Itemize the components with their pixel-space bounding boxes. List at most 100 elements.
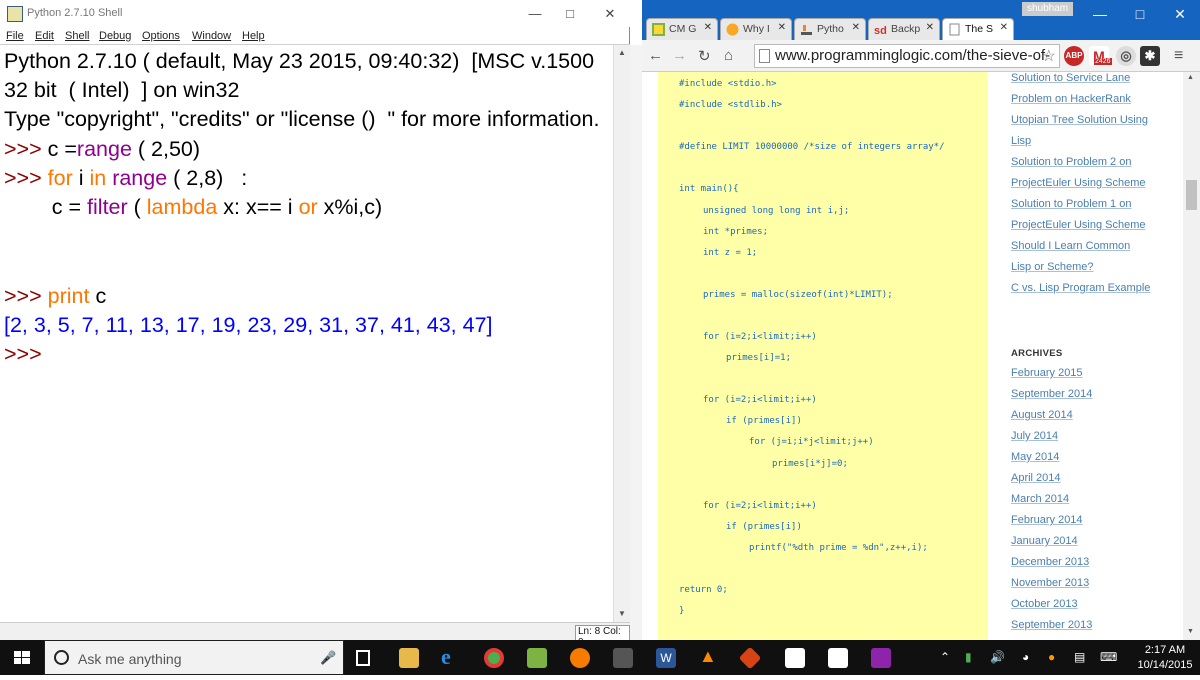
- chrome-maximize-icon[interactable]: □: [1120, 0, 1160, 28]
- menu-edit[interactable]: Edit: [35, 30, 54, 42]
- menu-shell[interactable]: Shell: [65, 30, 89, 42]
- cm-app-icon[interactable]: [527, 648, 547, 668]
- archive-link[interactable]: September 2013: [1011, 619, 1092, 631]
- why-favicon-icon: [726, 23, 739, 36]
- tab-close-icon[interactable]: ✕: [852, 22, 860, 33]
- page-favicon-icon: [949, 23, 960, 36]
- bookmark-star-icon[interactable]: ☆: [1042, 46, 1056, 66]
- address-bar[interactable]: www.programminglogic.com/the-sieve-of- ☆: [754, 44, 1060, 68]
- git-icon[interactable]: [738, 646, 762, 670]
- sidebar-post-link[interactable]: Solution to Service Lane: [1011, 72, 1130, 84]
- adblock-icon[interactable]: ABP: [1064, 46, 1084, 66]
- back-icon[interactable]: ←: [648, 47, 663, 64]
- archive-link[interactable]: December 2013: [1011, 556, 1089, 568]
- tab-label: The S: [965, 23, 994, 35]
- vlc-icon[interactable]: ▲: [699, 646, 719, 666]
- minimize-icon[interactable]: —: [515, 0, 555, 27]
- sidebar-post-link[interactable]: ProjectEuler Using Scheme: [1011, 219, 1146, 231]
- app-icon[interactable]: [613, 648, 633, 668]
- sidebar-post-link[interactable]: Problem on HackerRank: [1011, 93, 1131, 105]
- tab-close-icon[interactable]: ✕: [1000, 22, 1008, 33]
- archive-link[interactable]: September 2014: [1011, 388, 1092, 400]
- maximize-icon[interactable]: □: [550, 0, 590, 27]
- sidebar-post-link[interactable]: Lisp or Scheme?: [1011, 261, 1094, 273]
- action-center-icon[interactable]: ▤: [1074, 650, 1085, 664]
- extension-puzzle-icon[interactable]: ✱: [1140, 46, 1160, 66]
- close-icon[interactable]: ✕: [590, 0, 630, 27]
- file-explorer-icon[interactable]: [399, 648, 419, 668]
- tab-backup[interactable]: sd Backp ✕: [868, 18, 940, 40]
- pdf-app-icon[interactable]: [871, 648, 891, 668]
- chrome-menu-icon[interactable]: ≡: [1174, 47, 1183, 65]
- chrome-minimize-icon[interactable]: —: [1080, 0, 1120, 28]
- scrollbar-thumb[interactable]: [1186, 180, 1197, 210]
- archive-link[interactable]: May 2014: [1011, 451, 1059, 463]
- chrome-close-icon[interactable]: ✕: [1160, 0, 1200, 28]
- archive-link[interactable]: March 2014: [1011, 493, 1069, 505]
- shell-text-area[interactable]: Python 2.7.10 ( default, May 23 2015, 09…: [4, 47, 612, 620]
- task-view-icon[interactable]: [356, 650, 370, 666]
- scroll-up-icon[interactable]: ▲: [614, 45, 630, 61]
- idle-taskbar-icon[interactable]: [785, 648, 805, 668]
- tab-label: Pytho: [817, 23, 844, 35]
- microphone-icon[interactable]: 🎤: [320, 650, 336, 666]
- archive-link[interactable]: February 2014: [1011, 514, 1083, 526]
- code-token: x%i,c): [317, 195, 383, 219]
- tab-close-icon[interactable]: ✕: [704, 22, 712, 33]
- tab-why[interactable]: Why I ✕: [720, 18, 792, 40]
- sidebar-post-link[interactable]: Solution to Problem 1 on: [1011, 198, 1131, 210]
- menu-help[interactable]: Help: [242, 30, 265, 42]
- python-taskbar-icon[interactable]: [828, 648, 848, 668]
- profile-name[interactable]: shubham: [1022, 2, 1074, 16]
- search-box[interactable]: Ask me anything 🎤: [44, 640, 344, 675]
- sidebar-post-link[interactable]: C vs. Lisp Program Example: [1011, 282, 1150, 294]
- wifi-icon[interactable]: ◕: [1022, 650, 1029, 664]
- sidebar-post-link[interactable]: Utopian Tree Solution Using: [1011, 114, 1148, 126]
- code-token: ( 2,50): [131, 137, 201, 161]
- archive-link[interactable]: February 2015: [1011, 367, 1083, 379]
- sidebar-post-link[interactable]: Should I Learn Common: [1011, 240, 1130, 252]
- tray-app-icon[interactable]: ●: [1048, 650, 1055, 664]
- menu-options[interactable]: Options: [142, 30, 180, 42]
- idle-titlebar[interactable]: Python 2.7.10 Shell — □ ✕: [0, 0, 630, 27]
- tab-python[interactable]: Pytho ✕: [794, 18, 866, 40]
- page-scrollbar[interactable]: ▲ ▼: [1183, 72, 1200, 640]
- reload-icon[interactable]: ↻: [698, 47, 711, 65]
- menu-file[interactable]: File: [6, 30, 24, 42]
- sidebar-post-link[interactable]: Lisp: [1011, 135, 1031, 147]
- archive-link[interactable]: November 2013: [1011, 577, 1089, 589]
- start-button[interactable]: [0, 640, 44, 675]
- archive-link[interactable]: October 2013: [1011, 598, 1078, 610]
- tab-cm[interactable]: CM G ✕: [646, 18, 718, 40]
- show-hidden-icons[interactable]: ⌃: [940, 650, 950, 664]
- scroll-down-icon[interactable]: ▼: [614, 606, 630, 622]
- scroll-down-icon[interactable]: ▼: [1187, 628, 1194, 635]
- tab-sieve[interactable]: The S ✕: [942, 18, 1014, 40]
- forward-icon[interactable]: →: [672, 47, 687, 64]
- scroll-up-icon[interactable]: ▲: [1187, 74, 1194, 81]
- word-icon[interactable]: W: [656, 648, 676, 668]
- background-window-edge[interactable]: [630, 45, 642, 640]
- url-text: www.programminglogic.com/the-sieve-of-: [775, 47, 1051, 64]
- menu-window[interactable]: Window: [192, 30, 231, 42]
- volume-icon[interactable]: 🔊: [990, 650, 1005, 664]
- keyboard-icon[interactable]: ⌨: [1100, 650, 1117, 664]
- shell-scrollbar[interactable]: ▲ ▼: [613, 45, 630, 622]
- archive-link[interactable]: July 2014: [1011, 430, 1058, 442]
- archive-link[interactable]: August 2014: [1011, 409, 1073, 421]
- edge-icon[interactable]: e: [441, 644, 461, 669]
- chrome-taskbar-icon[interactable]: [484, 648, 504, 668]
- archive-link[interactable]: January 2014: [1011, 535, 1078, 547]
- battery-icon[interactable]: ▮: [965, 650, 972, 664]
- archive-link[interactable]: April 2014: [1011, 472, 1061, 484]
- home-icon[interactable]: ⌂: [724, 47, 733, 64]
- firefox-icon[interactable]: [570, 648, 590, 668]
- tab-close-icon[interactable]: ✕: [926, 22, 934, 33]
- sidebar-post-link[interactable]: Solution to Problem 2 on: [1011, 156, 1131, 168]
- clock[interactable]: 2:17 AM 10/14/2015: [1130, 643, 1200, 673]
- tab-close-icon[interactable]: ✕: [778, 22, 786, 33]
- menu-debug[interactable]: Debug: [99, 30, 131, 42]
- archives-heading: ARCHIVES: [1011, 348, 1063, 359]
- sidebar-post-link[interactable]: ProjectEuler Using Scheme: [1011, 177, 1146, 189]
- globe-icon[interactable]: ◎: [1116, 46, 1136, 66]
